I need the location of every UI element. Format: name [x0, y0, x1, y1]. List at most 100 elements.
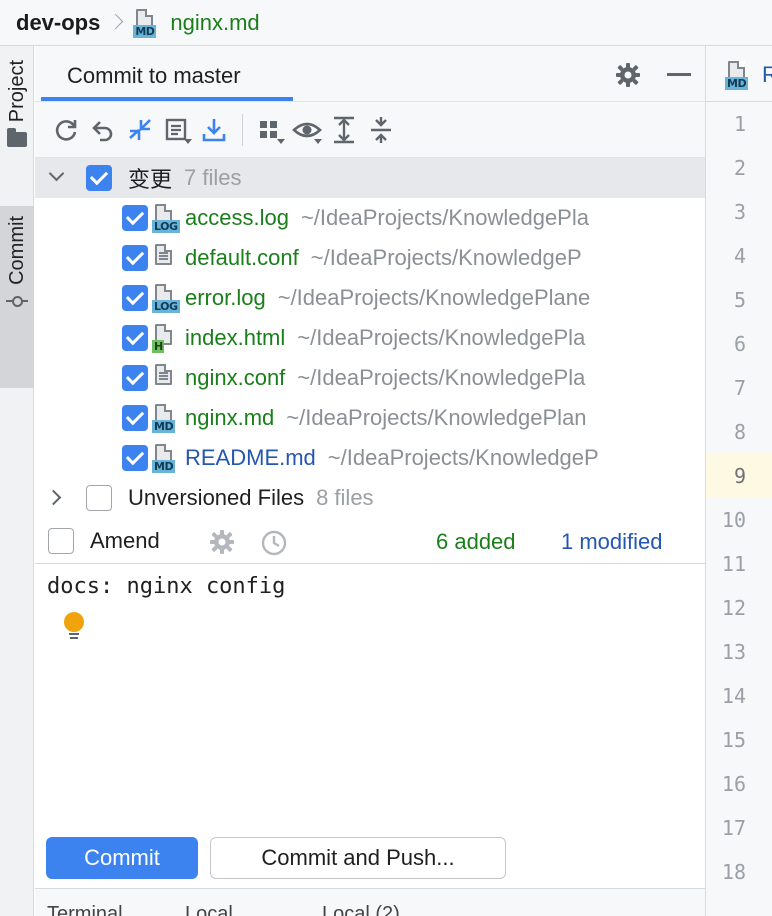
file-path: ~/IdeaProjects/KnowledgePla	[300, 205, 589, 230]
commit-message-text[interactable]: docs: nginx config	[47, 574, 285, 599]
commit-panel: Commit to master 变更 7 files LOG access.l…	[35, 46, 705, 916]
group-by-icon[interactable]	[253, 113, 287, 147]
file-row[interactable]: MD README.md ~/IdeaProjects/KnowledgeP	[35, 438, 705, 478]
file-row[interactable]: default.conf ~/IdeaProjects/KnowledgeP	[35, 238, 705, 278]
line-number[interactable]: 10	[706, 508, 746, 532]
line-number[interactable]: 17	[706, 816, 746, 840]
changes-group-checkbox[interactable]	[86, 165, 112, 191]
amend-label[interactable]: Amend	[90, 528, 160, 554]
collapse-all-icon[interactable]	[364, 113, 398, 147]
bottom-tab-terminal[interactable]: Terminal	[47, 903, 123, 916]
changes-group-label: 变更	[128, 167, 173, 192]
tool-tab-commit-label: Commit	[5, 216, 28, 285]
commit-and-push-button[interactable]: Commit and Push...	[210, 837, 506, 879]
commit-toolbar	[35, 102, 705, 158]
file-name: access.log	[185, 205, 289, 230]
editor-tab-label: R	[762, 62, 772, 88]
file-checkbox[interactable]	[122, 285, 148, 311]
amend-checkbox[interactable]	[48, 527, 74, 554]
toolbar-separator	[242, 113, 243, 146]
commit-options-gear-icon[interactable]	[209, 529, 235, 555]
file-checkbox[interactable]	[122, 245, 148, 271]
file-checkbox[interactable]	[122, 405, 148, 431]
changes-tree: 变更 7 files LOG access.log ~/IdeaProjects…	[35, 158, 705, 518]
unversioned-count: 8 files	[316, 485, 374, 510]
preview-icon[interactable]	[290, 113, 324, 147]
line-number[interactable]: 5	[706, 288, 746, 312]
bottom-tab-local[interactable]: Local	[185, 903, 233, 916]
line-number[interactable]: 8	[706, 420, 746, 444]
file-row[interactable]: nginx.conf ~/IdeaProjects/KnowledgePla	[35, 358, 705, 398]
text-file-icon	[151, 363, 181, 393]
markdown-file-icon: MD	[132, 8, 162, 38]
commit-panel-header: Commit to master	[35, 46, 705, 102]
rollback-icon[interactable]	[86, 113, 120, 147]
file-name: nginx.conf	[185, 365, 286, 390]
bottom-tool-bar: Terminal Local Local (2)	[35, 888, 705, 916]
line-number[interactable]: 15	[706, 728, 746, 752]
tool-tab-project-label: Project	[5, 60, 28, 123]
lightbulb-icon[interactable]	[63, 612, 85, 640]
markdown-file-icon: MD	[151, 443, 181, 473]
chevron-right-icon[interactable]	[45, 489, 62, 506]
amend-row: Amend 6 added 1 modified	[35, 518, 705, 564]
expand-all-icon[interactable]	[327, 113, 361, 147]
line-number[interactable]: 9	[706, 464, 746, 488]
tool-window-strip: Project Commit	[0, 46, 34, 916]
line-number[interactable]: 6	[706, 332, 746, 356]
unversioned-checkbox[interactable]	[86, 485, 112, 511]
tool-tab-project[interactable]: Project	[0, 60, 34, 216]
unversioned-label: Unversioned Files	[128, 485, 305, 510]
line-number[interactable]: 2	[706, 156, 746, 180]
file-checkbox[interactable]	[122, 365, 148, 391]
refresh-icon[interactable]	[49, 113, 83, 147]
line-number[interactable]: 4	[706, 244, 746, 268]
diff-icon[interactable]	[123, 113, 157, 147]
breadcrumb-project[interactable]: dev-ops	[16, 10, 100, 36]
line-number[interactable]: 12	[706, 596, 746, 620]
line-number[interactable]: 3	[706, 200, 746, 224]
file-checkbox[interactable]	[122, 205, 148, 231]
file-checkbox[interactable]	[122, 325, 148, 351]
file-row[interactable]: MD nginx.md ~/IdeaProjects/KnowledgePlan	[35, 398, 705, 438]
tool-tab-commit[interactable]: Commit	[0, 206, 34, 388]
line-number[interactable]: 11	[706, 552, 746, 576]
commit-button[interactable]: Commit	[46, 837, 198, 879]
clock-icon[interactable]	[260, 529, 288, 557]
line-number[interactable]: 7	[706, 376, 746, 400]
file-name: error.log	[185, 285, 266, 310]
file-path: ~/IdeaProjects/KnowledgePlan	[286, 405, 587, 430]
chevron-down-icon[interactable]	[48, 165, 65, 182]
active-tab-indicator	[41, 97, 293, 101]
changelist-icon[interactable]	[160, 113, 194, 147]
file-row[interactable]: LOG error.log ~/IdeaProjects/KnowledgePl…	[35, 278, 705, 318]
folder-icon	[7, 128, 27, 148]
file-path: ~/IdeaProjects/KnowledgeP	[327, 445, 599, 470]
line-number[interactable]: 13	[706, 640, 746, 664]
file-checkbox[interactable]	[122, 445, 148, 471]
file-row[interactable]: H index.html ~/IdeaProjects/KnowledgePla	[35, 318, 705, 358]
editor-gutter: MD R 123456789101112131415161718	[705, 46, 772, 916]
breadcrumb: dev-ops MD nginx.md	[0, 0, 772, 46]
file-path: ~/IdeaProjects/KnowledgePlane	[277, 285, 591, 310]
file-name: default.conf	[185, 245, 299, 270]
breadcrumb-file[interactable]: nginx.md	[170, 10, 259, 36]
changes-group-row[interactable]: 变更 7 files	[35, 158, 705, 198]
commit-message-editor[interactable]: docs: nginx config	[35, 564, 705, 822]
minimize-icon[interactable]	[667, 73, 691, 76]
line-number[interactable]: 14	[706, 684, 746, 708]
markdown-file-icon: MD	[151, 403, 181, 433]
log-file-icon: LOG	[151, 203, 181, 233]
line-number[interactable]: 18	[706, 860, 746, 884]
file-row[interactable]: LOG access.log ~/IdeaProjects/KnowledgeP…	[35, 198, 705, 238]
line-number[interactable]: 1	[706, 112, 746, 136]
commit-buttons: Commit Commit and Push...	[35, 834, 705, 884]
unversioned-group-row[interactable]: Unversioned Files 8 files	[35, 478, 705, 518]
bottom-tab-local-2[interactable]: Local (2)	[322, 903, 400, 916]
commit-panel-title[interactable]: Commit to master	[67, 63, 241, 89]
line-number[interactable]: 16	[706, 772, 746, 796]
text-file-icon	[151, 243, 181, 273]
gear-icon[interactable]	[615, 62, 641, 88]
shelve-icon[interactable]	[197, 113, 231, 147]
editor-tab[interactable]: MD R	[706, 46, 772, 102]
